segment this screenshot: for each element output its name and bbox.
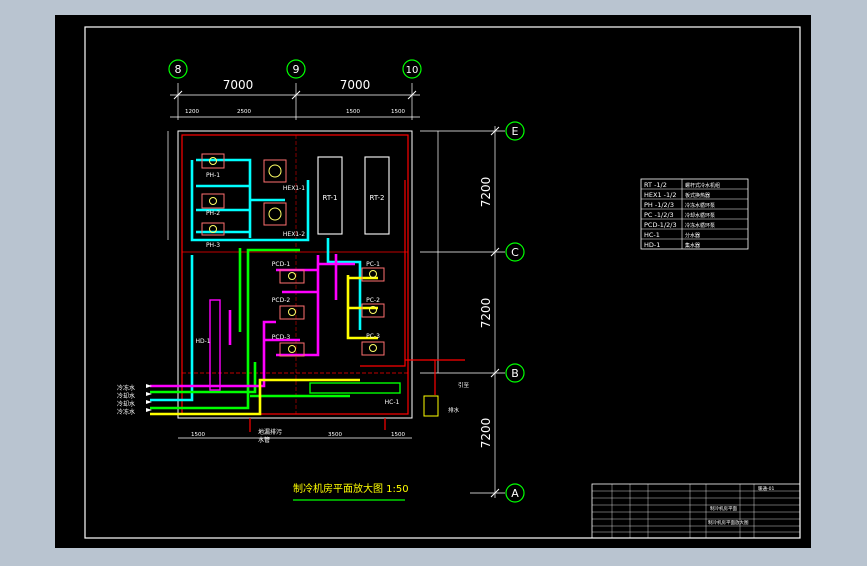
dim-7200-top: 7200 xyxy=(479,177,493,208)
title-block-project: 制冷机房平面 xyxy=(710,505,737,512)
pump-pcd1-label: PCD-1 xyxy=(272,261,291,268)
legend-desc-1: 螺杆式冷水机组 xyxy=(685,182,720,189)
dim-1500-b: 1500 xyxy=(391,109,405,115)
dim-bottom-1500-a: 1500 xyxy=(191,432,205,438)
chiller-rt1-label: RT-1 xyxy=(323,194,338,202)
pipe-label-2: 冷却水 xyxy=(117,392,135,400)
pipe-label-3: 冷却水 xyxy=(117,400,135,408)
chiller-rt2-label: RT-2 xyxy=(370,194,385,202)
dim-bottom-1500-b: 1500 xyxy=(391,432,405,438)
pump-ph3-label: PH-3 xyxy=(206,242,220,249)
dim-7000-right: 7000 xyxy=(340,78,371,92)
drain-box-label: 排水 xyxy=(448,406,460,414)
pump-pc2-label: PC-2 xyxy=(366,297,380,304)
legend-desc-5: 冷冻水循环泵 xyxy=(685,222,715,229)
axis-label-B: B xyxy=(511,367,519,380)
collector-hd1-label: HD-1 xyxy=(195,338,210,345)
cad-viewport: 8 9 10 E C B A 7000 7000 1200 2500 1500 … xyxy=(0,0,867,562)
axis-label-A: A xyxy=(511,487,519,500)
drawing-sheet xyxy=(55,15,811,548)
dim-bottom-3500: 3500 xyxy=(328,432,342,438)
cad-drawing: 8 9 10 E C B A 7000 7000 1200 2500 1500 … xyxy=(55,15,811,548)
legend-desc-2: 板式换热器 xyxy=(685,192,710,199)
hex2-label: HEX1-2 xyxy=(283,231,305,238)
axis-label-8: 8 xyxy=(175,63,182,76)
title-block-drawing-name: 制冷机房平面放大图 xyxy=(708,519,749,526)
dim-2500: 2500 xyxy=(237,109,251,115)
pipe-label-4: 冷冻水 xyxy=(117,408,135,416)
distributor-hc1-label: HC-1 xyxy=(385,399,400,406)
legend-code-5: PCD-1/2/3 xyxy=(644,221,677,229)
dim-7200-mid: 7200 xyxy=(479,298,493,329)
hex1-label: HEX1-1 xyxy=(283,185,305,192)
legend-desc-6: 分水器 xyxy=(685,232,700,239)
legend-desc-4: 冷却水循环泵 xyxy=(685,212,715,219)
bottom-note-line2: 水管 xyxy=(258,436,270,444)
pump-ph2-label: PH-2 xyxy=(206,210,220,217)
axis-label-9: 9 xyxy=(293,63,300,76)
legend-desc-3: 冷冻水循环泵 xyxy=(685,202,715,209)
pipe-label-1: 冷冻水 xyxy=(117,384,135,392)
title-block-sheet: 暖通-01 xyxy=(758,485,774,492)
pump-pcd2-label: PCD-2 xyxy=(272,297,291,304)
legend-code-7: HD-1 xyxy=(644,241,660,249)
axis-label-E: E xyxy=(512,125,519,138)
dim-1200: 1200 xyxy=(185,109,199,115)
pump-pcd3-label: PCD-3 xyxy=(272,334,291,341)
legend-code-6: HC-1 xyxy=(644,231,660,239)
legend-code-2: HEX1 -1/2 xyxy=(644,191,676,199)
legend-desc-7: 集水器 xyxy=(685,242,700,249)
dim-1500-a: 1500 xyxy=(346,109,360,115)
bottom-note-line1: 地漏排污 xyxy=(258,428,282,436)
pump-pc3-label: PC-3 xyxy=(366,333,380,340)
legend-code-3: PH -1/2/3 xyxy=(644,201,674,209)
legend-code-1: RT -1/2 xyxy=(644,181,667,189)
pump-ph1-label: PH-1 xyxy=(206,172,220,179)
axis-label-C: C xyxy=(511,246,519,259)
pump-pc1-label: PC-1 xyxy=(366,261,380,268)
drawing-title: 制冷机房平面放大图 1:50 xyxy=(293,482,409,495)
axis-label-10: 10 xyxy=(406,65,419,76)
right-note: 引至 xyxy=(458,381,470,389)
legend-code-4: PC -1/2/3 xyxy=(644,211,674,219)
dim-7000-left: 7000 xyxy=(223,78,254,92)
dim-7200-bottom: 7200 xyxy=(479,418,493,449)
